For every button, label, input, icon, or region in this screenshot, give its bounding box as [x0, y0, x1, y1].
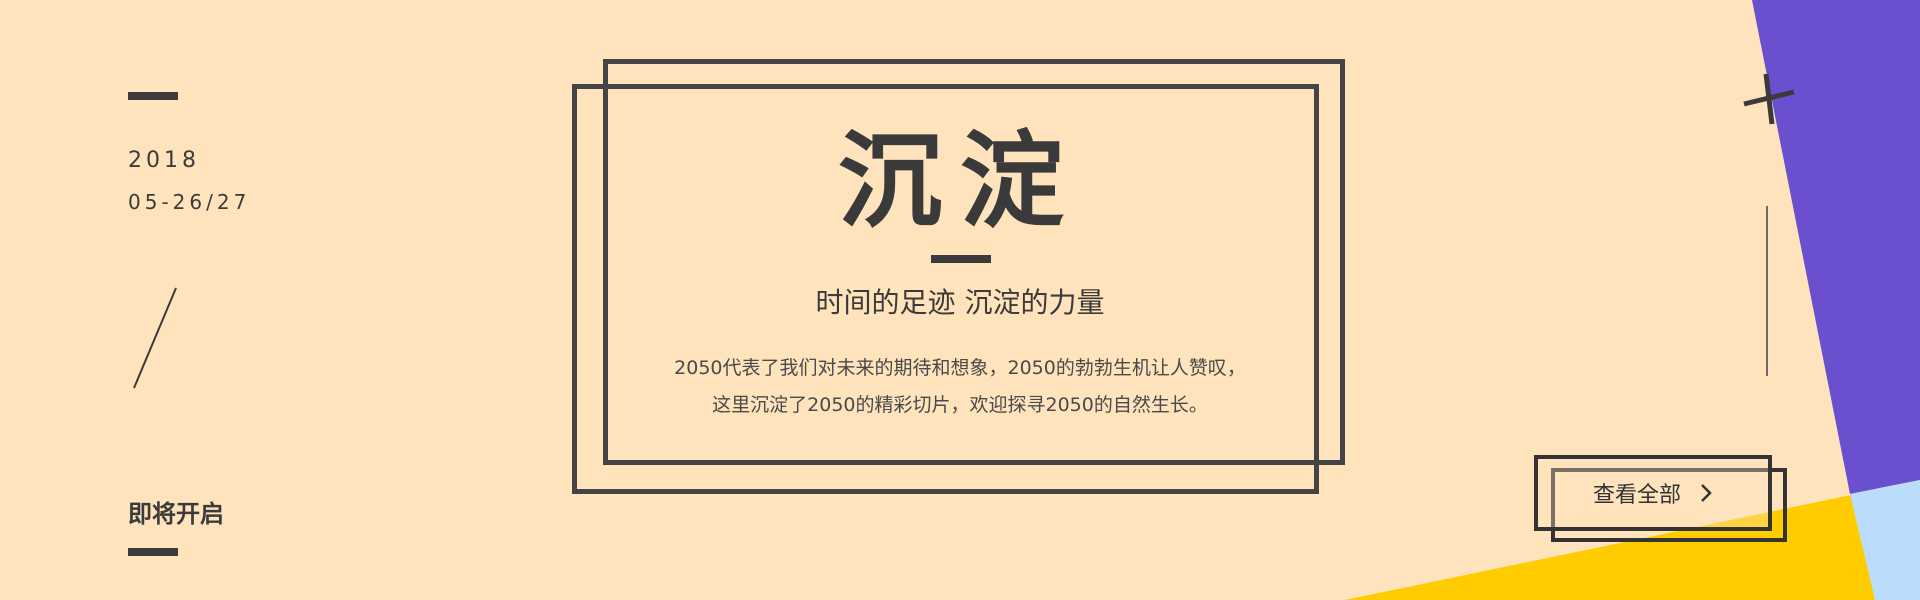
description-line-1: 2050代表了我们对未来的期待和想象，2050的勃勃生机让人赞叹，: [674, 357, 1246, 379]
subtitle: 时间的足迹 沉淀的力量: [815, 286, 1105, 319]
plus-icon: [1743, 73, 1795, 125]
coming-soon-label: 即将开启: [128, 500, 224, 528]
description-line-2: 这里沉淀了2050的精彩切片，欢迎探寻2050的自然生长。: [712, 394, 1208, 416]
title-underline-dash: [931, 255, 991, 263]
description: 2050代表了我们对未来的期待和想象，2050的勃勃生机让人赞叹， 这里沉淀了2…: [0, 350, 1920, 424]
view-all-button[interactable]: 查看全部: [1534, 455, 1772, 531]
top-left-dash: [128, 92, 178, 100]
chevron-right-icon: [1701, 484, 1712, 502]
vertical-divider: [1766, 206, 1768, 376]
page-title: 沉淀: [837, 120, 1082, 242]
bottom-left-dash: [128, 548, 178, 556]
view-all-label: 查看全部: [1592, 483, 1681, 508]
